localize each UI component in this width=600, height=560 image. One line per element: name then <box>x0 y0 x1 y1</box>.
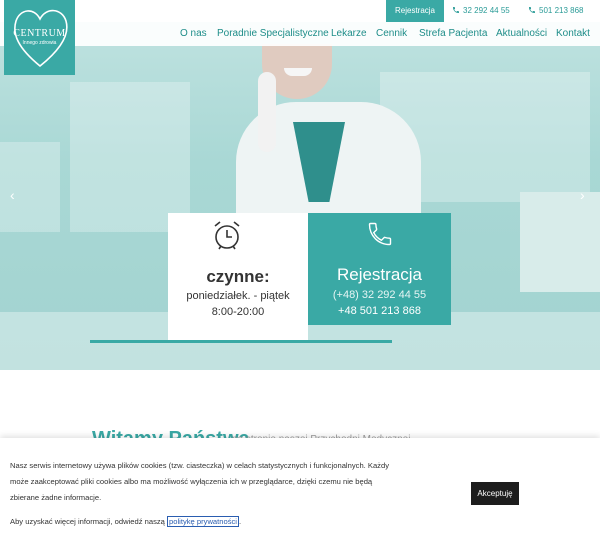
privacy-policy-link[interactable]: politykę prywatności <box>167 516 239 527</box>
hours-time: 8:00-20:00 <box>211 306 265 318</box>
slider-next-arrow[interactable]: › <box>580 187 585 203</box>
opening-hours-card: czynne: poniedziałek. - piątek 8:00-20:0… <box>168 213 308 341</box>
slider-prev-arrow[interactable]: ‹ <box>10 187 15 203</box>
nav-item-poradnie[interactable]: Poradnie Specjalistyczne <box>217 22 329 46</box>
hero-shelf <box>0 142 60 232</box>
cookie-more-prefix: Aby uzyskać więcej informacji, odwiedź n… <box>10 517 165 526</box>
top-bar: Rejestracja 32 292 44 55 501 213 868 <box>0 0 600 22</box>
alarm-clock-icon <box>214 221 240 250</box>
nav-item-cennik[interactable]: Cennik <box>376 22 407 46</box>
accent-divider <box>90 340 392 343</box>
hours-title: czynne: <box>206 267 270 286</box>
phone-icon <box>529 7 535 13</box>
nav-item-strefa-pacjenta[interactable]: Strefa Pacjenta <box>419 22 487 46</box>
accept-cookies-button[interactable]: Akceptuję <box>471 482 519 505</box>
logo-tagline: Innego zdrowia <box>22 40 57 46</box>
hours-days: poniedziałek. - piątek <box>186 290 290 302</box>
cookie-more-info: Aby uzyskać więcej informacji, odwiedź n… <box>10 516 242 527</box>
hero-monitor <box>520 192 600 292</box>
logo-brand-text: CENTRUM <box>13 28 66 39</box>
phone-link-1[interactable]: 32 292 44 55 <box>452 0 510 22</box>
hero-phone-handset <box>258 72 276 152</box>
site-logo[interactable]: CENTRUM Innego zdrowia <box>4 0 75 75</box>
phone-link-2[interactable]: 501 213 868 <box>528 0 584 22</box>
registration-phone-2[interactable]: +48 501 213 868 <box>308 305 451 317</box>
nav-item-o-nas[interactable]: O nas <box>180 22 207 46</box>
cookie-text: Nasz serwis internetowy używa plików coo… <box>10 461 389 502</box>
main-nav: O nas Poradnie Specjalistyczne Lekarze C… <box>0 22 600 46</box>
phone-number-2: 501 213 868 <box>539 6 584 15</box>
phone-icon <box>453 7 459 13</box>
nav-item-aktualnosci[interactable]: Aktualności <box>496 22 547 46</box>
cookie-more-suffix: . <box>238 517 242 526</box>
phone-number-1: 32 292 44 55 <box>463 6 510 15</box>
cookie-banner: Nasz serwis internetowy używa plików coo… <box>0 438 600 560</box>
registration-title: Rejestracja <box>336 265 423 284</box>
register-link[interactable]: Rejestracja <box>386 0 444 22</box>
hero-doctor-smile <box>284 68 312 76</box>
hero-shelf <box>70 82 190 232</box>
nav-item-kontakt[interactable]: Kontakt <box>556 22 590 46</box>
phone-handset-icon <box>368 222 392 246</box>
registration-phone-1[interactable]: (+48) 32 292 44 55 <box>308 289 451 301</box>
nav-item-lekarze[interactable]: Lekarze <box>331 22 367 46</box>
registration-card: Rejestracja (+48) 32 292 44 55 +48 501 2… <box>308 213 451 325</box>
